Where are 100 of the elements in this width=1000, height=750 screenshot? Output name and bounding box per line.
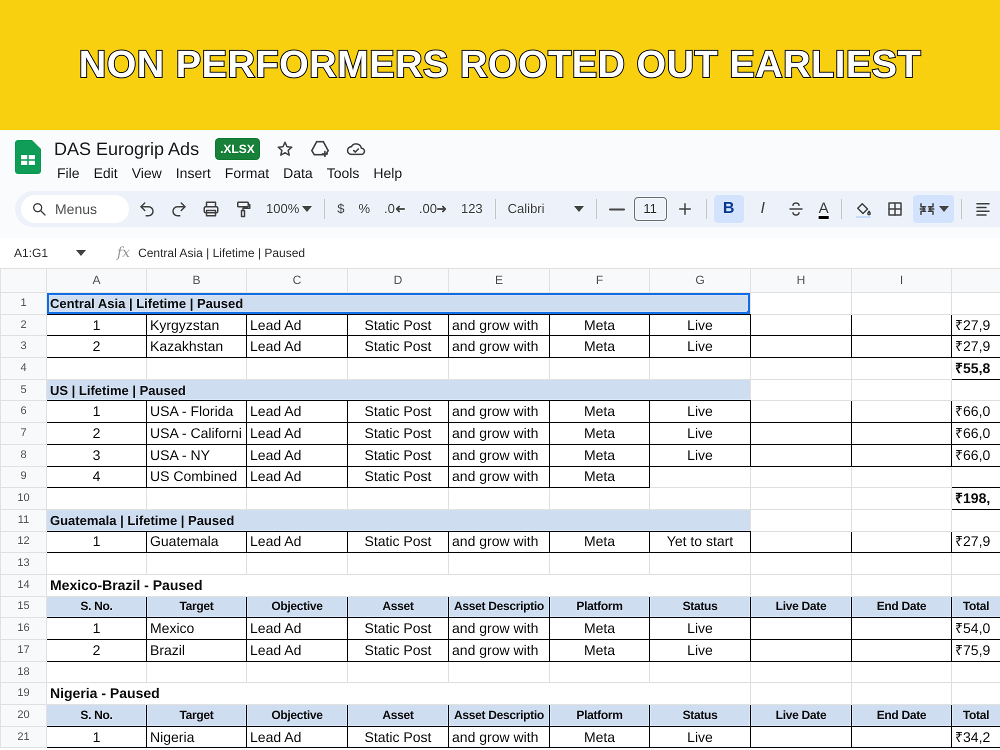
column-header[interactable]: C <box>246 268 348 292</box>
name-box[interactable]: A1:G1 <box>0 244 92 262</box>
menu-item[interactable]: Edit <box>90 164 121 182</box>
table-cell: and grow with <box>448 444 550 466</box>
row-number[interactable]: 13 <box>0 552 46 574</box>
align-left-icon <box>974 200 992 218</box>
row-number[interactable]: 19 <box>0 682 46 705</box>
table-cell: Meta <box>550 314 650 336</box>
menu-item[interactable]: Tools <box>324 164 362 182</box>
table-cell: Live <box>650 336 750 358</box>
row-number[interactable]: 12 <box>0 531 46 553</box>
column-header[interactable]: D <box>348 268 448 292</box>
column-header[interactable]: A <box>46 268 146 292</box>
column-heading: End Date <box>852 704 952 726</box>
table-cell: Lead Ad <box>246 618 348 640</box>
row-number[interactable]: 17 <box>0 640 46 662</box>
column-heading: Status <box>650 596 750 618</box>
menu-item[interactable]: Data <box>280 164 316 182</box>
row-number[interactable]: 20 <box>0 704 46 726</box>
menu-item[interactable]: View <box>128 164 165 182</box>
table-cell: Lead Ad <box>246 726 348 748</box>
row-number[interactable]: 11 <box>0 509 46 532</box>
format-button[interactable]: 123 <box>456 195 488 223</box>
table-cell: Meta <box>550 336 650 358</box>
menu-item[interactable]: File <box>54 164 83 182</box>
table-cell: and grow with <box>448 336 550 358</box>
column-header[interactable]: H <box>750 268 852 292</box>
row-number[interactable]: 21 <box>0 726 46 748</box>
row-number[interactable]: 6 <box>0 400 46 423</box>
document-title[interactable]: DAS Eurogrip Ads <box>54 138 200 160</box>
merge-button[interactable] <box>912 195 954 223</box>
column-heading: Target <box>146 704 246 726</box>
menu-item[interactable]: Insert <box>172 164 214 182</box>
caret-icon <box>302 206 312 212</box>
section-title[interactable]: Guatemala | Lifetime | Paused <box>46 509 750 532</box>
bold-button[interactable]: B <box>714 195 744 223</box>
column-heading: Target <box>146 596 246 618</box>
star-icon <box>276 140 294 158</box>
column-heading: Live Date <box>750 704 852 726</box>
table-cell: 2 <box>46 422 146 444</box>
row-number[interactable]: 18 <box>0 661 46 683</box>
drive-add-icon <box>310 140 330 158</box>
font-dropdown[interactable]: Calibri <box>502 195 589 223</box>
column-header[interactable]: E <box>448 268 550 292</box>
font-size-field[interactable]: 11 <box>634 197 667 221</box>
row-number[interactable]: 3 <box>0 336 46 358</box>
row-number[interactable]: 1 <box>0 292 46 314</box>
column-heading: Asset <box>348 704 448 726</box>
arrow-icon <box>436 205 447 213</box>
increase-decimal-button[interactable]: .00 <box>414 195 452 223</box>
undo-icon <box>138 200 156 218</box>
italic-button[interactable]: I <box>748 195 778 223</box>
row-number[interactable]: 14 <box>0 574 46 596</box>
menu-item[interactable]: Help <box>370 164 406 182</box>
column-heading: Platform <box>550 704 650 726</box>
row-number[interactable]: 10 <box>0 488 46 510</box>
format-button[interactable]: % <box>353 195 376 223</box>
table-cell: Nigeria <box>146 726 246 748</box>
column-header[interactable]: F <box>550 268 650 292</box>
table-cell: Meta <box>550 531 650 553</box>
column-header[interactable]: G <box>650 268 750 292</box>
table-cell: Meta <box>550 466 650 488</box>
column-heading: Platform <box>550 596 650 618</box>
search-field[interactable]: Menus <box>21 195 129 223</box>
table-cell: Meta <box>550 726 650 748</box>
row-number[interactable]: 8 <box>0 444 46 466</box>
row-number[interactable]: 4 <box>0 358 46 380</box>
column-heading: End Date <box>852 596 952 618</box>
column-header[interactable]: B <box>146 268 246 292</box>
row-number[interactable]: 16 <box>0 618 46 640</box>
text-color-button[interactable]: A <box>814 195 834 223</box>
table-cell: Lead Ad <box>246 466 348 488</box>
paint-roller-icon <box>234 200 252 218</box>
table-cell: 1 <box>46 726 146 748</box>
strikethrough-icon <box>786 200 805 218</box>
row-number[interactable]: 5 <box>0 379 46 401</box>
function-label: fx <box>117 244 130 262</box>
table-cell: Live <box>650 618 750 640</box>
row-number[interactable]: 2 <box>0 314 46 336</box>
row-number[interactable]: 15 <box>0 596 46 618</box>
menu-item[interactable]: Format <box>222 164 272 182</box>
table-cell: 1 <box>46 531 146 553</box>
section-title[interactable]: US | Lifetime | Paused <box>46 379 750 401</box>
table-cell: Static Post <box>348 640 448 662</box>
table-cell: and grow with <box>448 618 550 640</box>
row-number[interactable]: 7 <box>0 422 46 444</box>
formula-text[interactable]: Central Asia | Lifetime | Paused <box>138 244 306 262</box>
table-cell: Live <box>650 400 750 423</box>
table-cell: USA - Florida <box>146 400 246 423</box>
decrease-decimal-button[interactable]: .0 <box>379 195 410 223</box>
zoom-dropdown[interactable]: 100% <box>261 195 318 223</box>
table-cell: 2 <box>46 336 146 358</box>
table-cell: 2 <box>46 640 146 662</box>
row-number[interactable]: 9 <box>0 466 46 488</box>
format-button[interactable]: $ <box>332 195 350 223</box>
paint-bucket-icon <box>854 200 872 218</box>
section-title[interactable]: Central Asia | Lifetime | Paused <box>46 292 750 314</box>
table-cell: Lead Ad <box>246 531 348 553</box>
table-cell: Live <box>650 422 750 444</box>
column-header[interactable]: I <box>852 268 952 292</box>
